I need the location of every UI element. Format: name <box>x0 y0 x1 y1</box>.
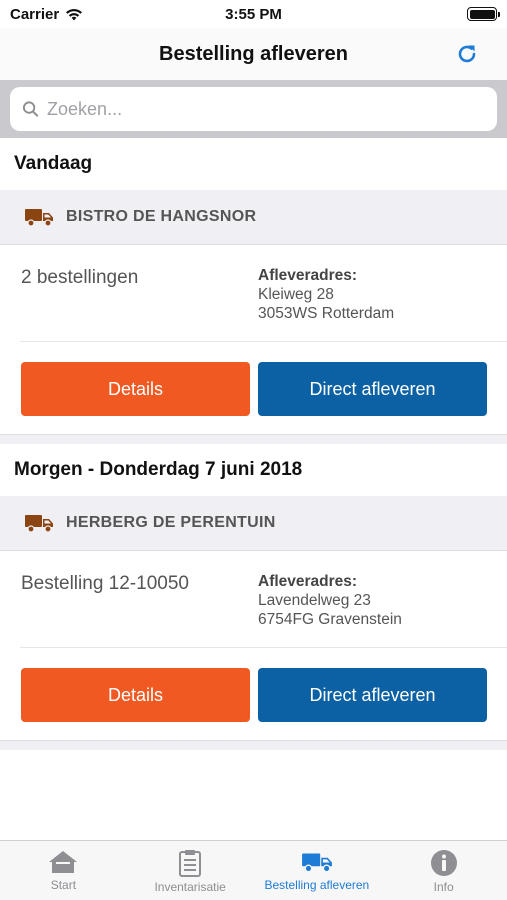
refresh-icon <box>458 45 476 63</box>
action-buttons: Details Direct afleveren <box>0 648 507 740</box>
status-left: Carrier <box>10 6 83 23</box>
tab-label: Info <box>433 880 454 894</box>
tab-label: Bestelling afleveren <box>264 878 370 892</box>
truck-icon <box>25 515 53 533</box>
details-button[interactable]: Details <box>21 668 250 722</box>
order-info: 2 bestellingen Afleveradres: Kleiweg 28 … <box>0 245 507 342</box>
nav-bar: Bestelling afleveren <box>0 28 507 80</box>
carrier-label: Carrier <box>10 5 60 23</box>
search-bar <box>0 80 507 138</box>
customer-name: BISTRO DE HANGSNOR <box>66 208 257 225</box>
tab-info[interactable]: Info <box>380 841 507 900</box>
truck-icon <box>301 853 332 873</box>
page-title: Bestelling afleveren <box>159 42 348 65</box>
tab-label: Start <box>50 878 77 892</box>
tab-bestelling-afleveren[interactable]: Bestelling afleveren <box>254 841 381 900</box>
order-summary: Bestelling 12-10050 <box>21 573 189 594</box>
search-box[interactable] <box>10 87 497 131</box>
address-street: Lavendelweg 23 <box>258 592 371 609</box>
order-summary: 2 bestellingen <box>21 267 139 288</box>
tab-label: Inventarisatie <box>154 880 226 894</box>
deliver-now-button[interactable]: Direct afleveren <box>258 362 487 416</box>
customer-name: HERBERG DE PERENTUIN <box>66 514 276 531</box>
status-bar: Carrier 3:55 PM <box>0 0 507 28</box>
search-input[interactable] <box>47 98 485 120</box>
section-header-today: Vandaag <box>0 138 507 190</box>
truck-icon <box>25 209 53 227</box>
search-icon <box>22 101 39 117</box>
wifi-icon <box>66 8 83 20</box>
deliver-now-button[interactable]: Direct afleveren <box>258 668 487 722</box>
group-separator <box>0 740 507 750</box>
tab-bar: Start Inventarisatie Bestelling aflevere… <box>0 840 507 900</box>
info-icon <box>430 850 457 876</box>
clipboard-icon <box>179 850 202 877</box>
customer-row[interactable]: HERBERG DE PERENTUIN <box>0 496 507 551</box>
delivery-address: Afleveradres: Kleiweg 28 3053WS Rotterda… <box>258 266 394 323</box>
order-info: Bestelling 12-10050 Afleveradres: Lavend… <box>0 551 507 648</box>
address-label: Afleveradres: <box>258 267 358 284</box>
tab-inventarisatie[interactable]: Inventarisatie <box>127 841 254 900</box>
customer-row[interactable]: BISTRO DE HANGSNOR <box>0 190 507 245</box>
address-street: Kleiweg 28 <box>258 286 334 303</box>
tab-start[interactable]: Start <box>0 841 127 900</box>
order-list: Vandaag BISTRO DE HANGSNOR 2 bestellinge… <box>0 138 507 750</box>
delivery-address: Afleveradres: Lavendelweg 23 6754FG Grav… <box>258 572 402 629</box>
home-icon <box>49 851 78 873</box>
section-header-tomorrow: Morgen - Donderdag 7 juni 2018 <box>0 444 507 496</box>
address-city: 3053WS Rotterdam <box>258 305 395 322</box>
details-button[interactable]: Details <box>21 362 250 416</box>
address-city: 6754FG Gravenstein <box>258 611 402 628</box>
refresh-button[interactable] <box>453 40 481 68</box>
address-label: Afleveradres: <box>258 573 358 590</box>
action-buttons: Details Direct afleveren <box>0 342 507 434</box>
battery-icon <box>467 7 500 21</box>
battery-fill <box>469 9 495 19</box>
group-separator <box>0 434 507 444</box>
